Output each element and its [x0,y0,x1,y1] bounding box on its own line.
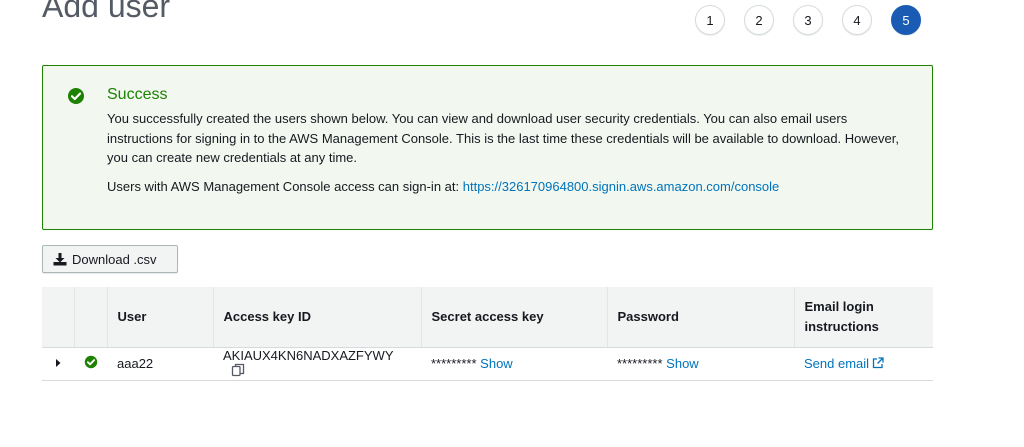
header-access-key: Access key ID [212,287,421,348]
success-check-icon [84,355,98,369]
secret-show-link[interactable]: Show [480,356,513,371]
status-cell [74,347,107,381]
secret-masked: ********* [431,356,477,372]
table-row: aaa22 AKIAUX4KN6NADXAZFYWY ********* Sho… [42,347,933,381]
copy-icon[interactable] [231,363,245,380]
access-key-value: AKIAUX4KN6NADXAZFYWY [223,347,394,363]
signin-prefix: Users with AWS Management Console access… [107,179,463,194]
email-cell: Send email [794,347,933,381]
password-cell: ********* Show [607,347,794,381]
download-csv-label: Download .csv [72,251,157,267]
access-key-cell: AKIAUX4KN6NADXAZFYWY [213,347,421,381]
caret-right-icon[interactable] [54,358,62,368]
send-email-label: Send email [804,355,870,371]
signin-url-link[interactable]: https://326170964800.signin.aws.amazon.c… [463,179,780,194]
download-csv-button[interactable]: Download .csv [42,245,178,273]
step-3[interactable]: 3 [793,5,823,35]
step-4[interactable]: 4 [842,5,872,35]
password-show-link[interactable]: Show [666,356,699,371]
success-check-icon [67,87,85,110]
header-email: Email login instructions [793,287,933,348]
step-2[interactable]: 2 [744,5,774,35]
secret-key-cell: ********* Show [421,347,607,381]
expand-cell [42,347,74,381]
alert-title: Success [107,86,168,103]
wizard-steps: 1 2 3 4 5 [695,5,921,35]
header-password: Password [606,287,794,348]
credentials-table: User Access key ID Secret access key Pas… [42,287,933,381]
signin-line: Users with AWS Management Console access… [107,179,779,194]
password-masked: ********* [617,356,663,372]
header-user: User [106,287,213,348]
header-expand [42,287,74,348]
alert-message: You successfully created the users shown… [107,111,899,165]
table-header-row: User Access key ID Secret access key Pas… [42,287,933,348]
page-title: Add user [42,0,171,24]
header-status [73,287,107,348]
step-5-current: 5 [891,5,921,35]
header-secret-key: Secret access key [420,287,607,348]
user-cell: aaa22 [107,347,213,381]
external-link-icon [872,356,884,372]
download-icon [53,252,67,265]
step-1[interactable]: 1 [695,5,725,35]
success-alert: Success You successfully created the use… [42,65,933,230]
send-email-link[interactable]: Send email [804,356,884,371]
